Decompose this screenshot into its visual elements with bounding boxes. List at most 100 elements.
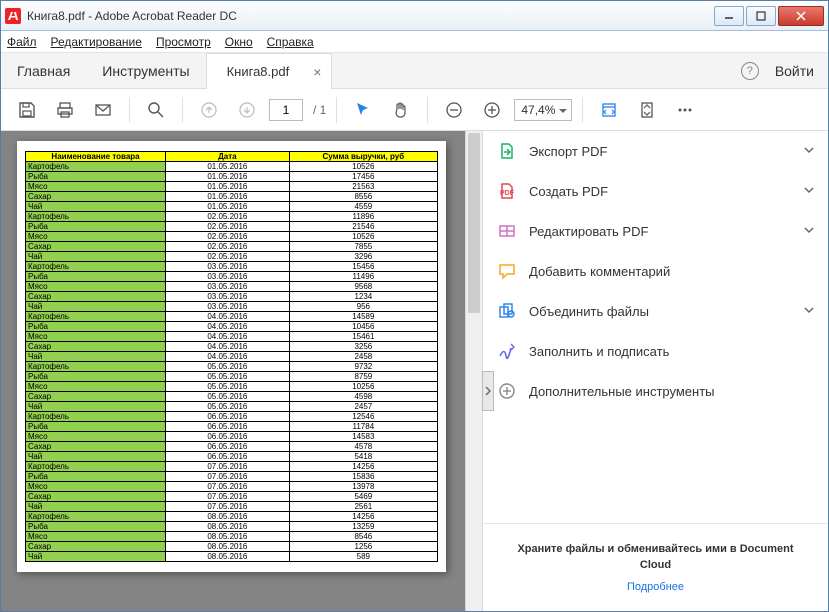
- table-cell: 01.05.2016: [166, 202, 290, 212]
- search-button[interactable]: [140, 94, 172, 126]
- table-cell: Рыба: [26, 372, 166, 382]
- table-cell: Рыба: [26, 472, 166, 482]
- table-cell: Мясо: [26, 432, 166, 442]
- table-row: Рыба02.05.201621546: [26, 222, 438, 232]
- fit-width-button[interactable]: [593, 94, 625, 126]
- table-row: Чай05.05.20162457: [26, 402, 438, 412]
- chevron-down-icon: [804, 184, 814, 198]
- table-cell: 11784: [289, 422, 437, 432]
- vertical-scrollbar[interactable]: [465, 131, 482, 611]
- tools-item-create[interactable]: PDF Создать PDF: [483, 171, 828, 211]
- table-cell: 03.05.2016: [166, 262, 290, 272]
- close-button[interactable]: [778, 6, 824, 26]
- separator: [336, 97, 337, 123]
- table-cell: 03.05.2016: [166, 292, 290, 302]
- menu-window[interactable]: Окно: [225, 35, 253, 49]
- tab-tools[interactable]: Инструменты: [86, 53, 205, 88]
- table-cell: 17456: [289, 172, 437, 182]
- tools-item-label: Создать PDF: [529, 184, 804, 199]
- table-cell: 9732: [289, 362, 437, 372]
- tools-item-sign[interactable]: Заполнить и подписать: [483, 331, 828, 371]
- table-row: Картофель07.05.201614256: [26, 462, 438, 472]
- svg-text:PDF: PDF: [500, 190, 515, 197]
- table-row: Мясо04.05.201615461: [26, 332, 438, 342]
- table-cell: 05.05.2016: [166, 402, 290, 412]
- table-cell: 1256: [289, 542, 437, 552]
- tools-item-label: Экспорт PDF: [529, 144, 804, 159]
- tools-item-export[interactable]: Экспорт PDF: [483, 131, 828, 171]
- table-cell: Мясо: [26, 532, 166, 542]
- table-cell: 10526: [289, 232, 437, 242]
- table-cell: 04.05.2016: [166, 352, 290, 362]
- footer-link[interactable]: Подробнее: [501, 581, 810, 593]
- table-cell: 08.05.2016: [166, 522, 290, 532]
- table-row: Сахар03.05.20161234: [26, 292, 438, 302]
- table-row: Картофель04.05.201614589: [26, 312, 438, 322]
- prev-page-button[interactable]: [193, 94, 225, 126]
- tab-document[interactable]: Книга8.pdf ×: [206, 53, 333, 89]
- tools-item-comment[interactable]: Добавить комментарий: [483, 251, 828, 291]
- zoom-out-button[interactable]: [438, 94, 470, 126]
- table-cell: Мясо: [26, 382, 166, 392]
- page-number-input[interactable]: [269, 99, 303, 121]
- table-row: Чай07.05.20162561: [26, 502, 438, 512]
- table-cell: 02.05.2016: [166, 242, 290, 252]
- menu-window-label: Окно: [225, 35, 253, 49]
- zoom-dropdown[interactable]: 47,4%: [514, 99, 572, 121]
- table-cell: Чай: [26, 252, 166, 262]
- title-bar: Книга8.pdf - Adobe Acrobat Reader DC: [1, 1, 828, 31]
- tools-item-label: Дополнительные инструменты: [529, 384, 814, 399]
- table-cell: 5469: [289, 492, 437, 502]
- separator: [129, 97, 130, 123]
- print-button[interactable]: [49, 94, 81, 126]
- tab-home[interactable]: Главная: [1, 53, 86, 88]
- comment-icon: [497, 261, 517, 281]
- menu-help[interactable]: Справка: [267, 35, 314, 49]
- table-row: Чай08.05.2016589: [26, 552, 438, 562]
- maximize-button[interactable]: [746, 6, 776, 26]
- minimize-button[interactable]: [714, 6, 744, 26]
- panel-toggle[interactable]: [482, 371, 494, 411]
- table-cell: 02.05.2016: [166, 212, 290, 222]
- table-cell: Рыба: [26, 522, 166, 532]
- table-cell: 10256: [289, 382, 437, 392]
- select-tool[interactable]: [347, 94, 379, 126]
- combine-icon: [497, 301, 517, 321]
- more-tools-button[interactable]: [669, 94, 701, 126]
- table-row: Рыба06.05.201611784: [26, 422, 438, 432]
- table-cell: 10526: [289, 162, 437, 172]
- tools-item-more[interactable]: Дополнительные инструменты: [483, 371, 828, 411]
- table-cell: 7855: [289, 242, 437, 252]
- table-cell: Сахар: [26, 192, 166, 202]
- tools-item-edit[interactable]: Редактировать PDF: [483, 211, 828, 251]
- menu-file[interactable]: Файл: [7, 35, 37, 49]
- menu-view[interactable]: Просмотр: [156, 35, 211, 49]
- table-cell: 02.05.2016: [166, 232, 290, 242]
- next-page-button[interactable]: [231, 94, 263, 126]
- fit-page-button[interactable]: [631, 94, 663, 126]
- hand-tool[interactable]: [385, 94, 417, 126]
- table-cell: 4598: [289, 392, 437, 402]
- table-cell: Рыба: [26, 172, 166, 182]
- table-cell: Чай: [26, 552, 166, 562]
- tab-close-icon[interactable]: ×: [313, 64, 321, 80]
- table-row: Мясо03.05.20169568: [26, 282, 438, 292]
- document-table: Наименование товараДатаСумма выручки, ру…: [25, 151, 438, 562]
- menu-edit[interactable]: Редактирование: [51, 35, 142, 49]
- email-button[interactable]: [87, 94, 119, 126]
- signin-button[interactable]: Войти: [775, 63, 814, 79]
- help-icon[interactable]: ?: [741, 62, 759, 80]
- tools-item-label: Объединить файлы: [529, 304, 804, 319]
- table-cell: 956: [289, 302, 437, 312]
- table-cell: 4578: [289, 442, 437, 452]
- separator: [427, 97, 428, 123]
- save-button[interactable]: [11, 94, 43, 126]
- zoom-in-button[interactable]: [476, 94, 508, 126]
- table-cell: 08.05.2016: [166, 512, 290, 522]
- document-page: Наименование товараДатаСумма выручки, ру…: [17, 141, 446, 572]
- tools-item-combine[interactable]: Объединить файлы: [483, 291, 828, 331]
- table-cell: 02.05.2016: [166, 252, 290, 262]
- table-row: Сахар02.05.20167855: [26, 242, 438, 252]
- table-cell: 07.05.2016: [166, 482, 290, 492]
- scrollbar-thumb[interactable]: [468, 133, 480, 313]
